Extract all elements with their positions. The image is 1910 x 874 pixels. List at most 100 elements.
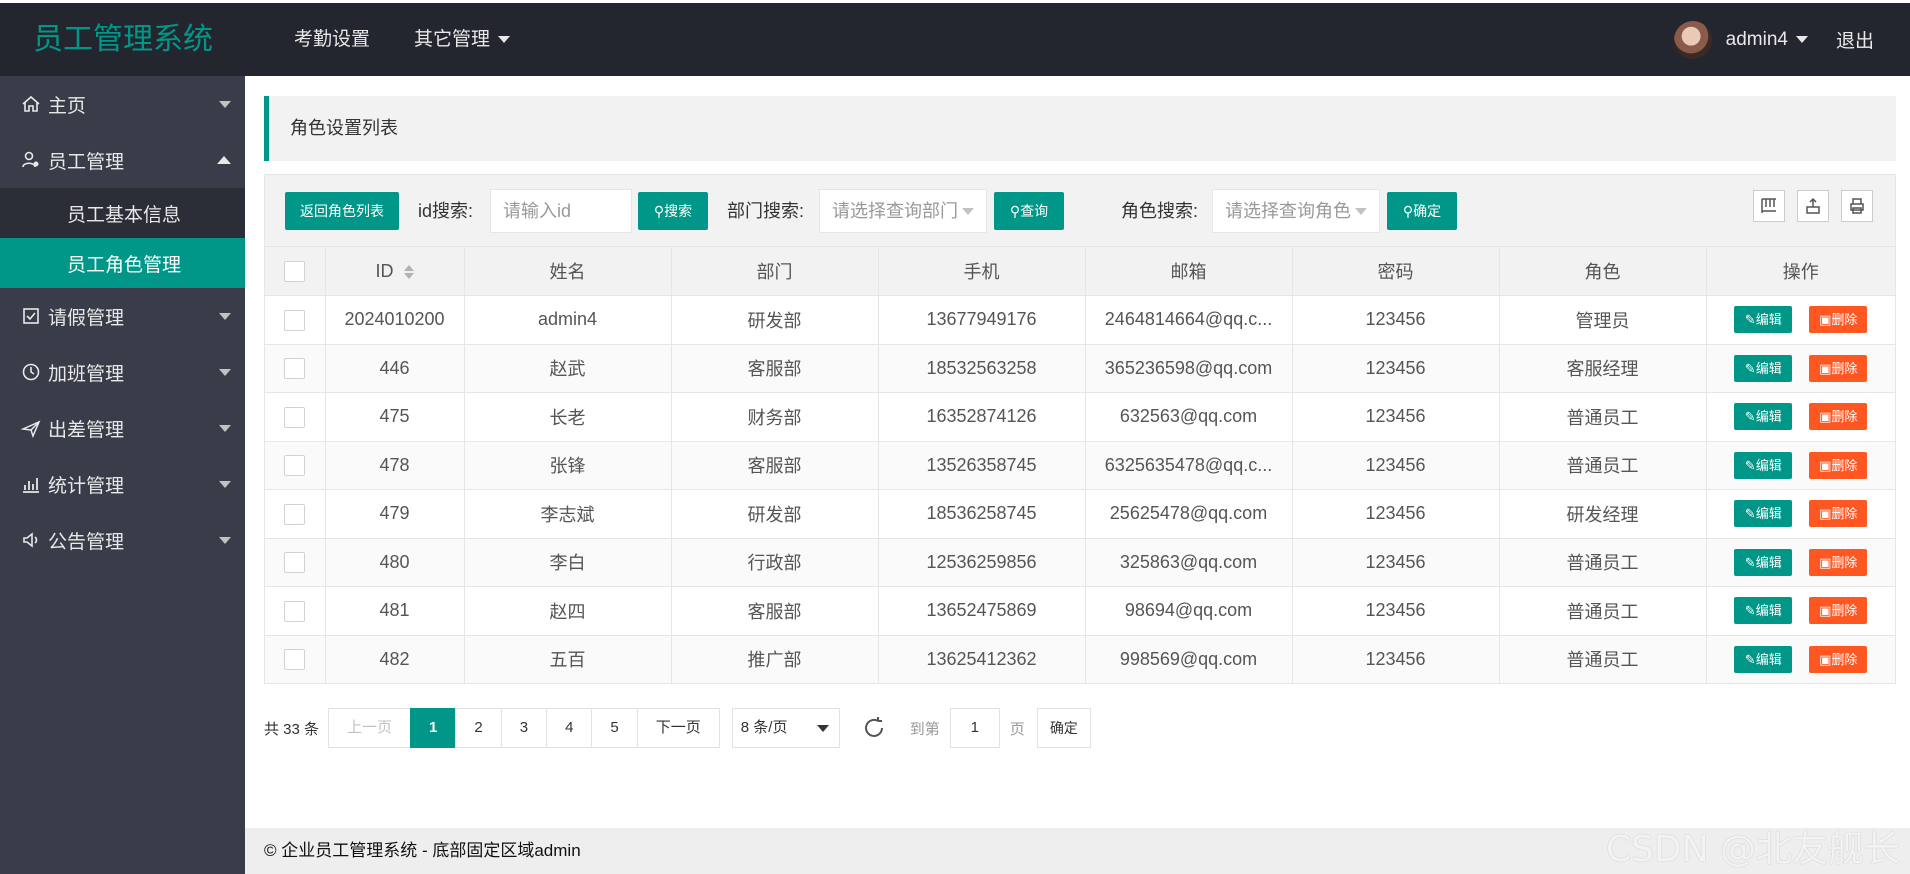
select-all-checkbox[interactable] (284, 260, 306, 282)
edit-button[interactable]: ✎编辑 (1734, 451, 1793, 479)
trash-icon: ▣ (1819, 457, 1832, 473)
stats-icon (20, 473, 42, 495)
cell-phone: 12536259856 (878, 538, 1086, 587)
table-row: 478 张锋 客服部 13526358745 6325635478@qq.c... 123… (265, 441, 1895, 490)
app-logo[interactable]: 员工管理系统 (0, 3, 245, 76)
cell-actions: ✎编辑 ▣删除 (1706, 295, 1895, 345)
chevron-down-icon (219, 312, 231, 320)
trash-icon: ▣ (1819, 651, 1832, 667)
row-checkbox[interactable] (284, 649, 306, 671)
delete-button[interactable]: ▣删除 (1809, 354, 1868, 382)
page-size-value: 8 条/页 (740, 719, 788, 736)
chevron-down-icon (219, 100, 231, 108)
edit-button[interactable]: ✎编辑 (1734, 500, 1793, 528)
dept-select[interactable]: 请选择查询部门 (819, 189, 987, 233)
column-filter-icon[interactable] (1753, 190, 1785, 222)
button-label: 编辑 (1755, 457, 1782, 473)
edit-button[interactable]: ✎编辑 (1734, 597, 1793, 625)
delete-button[interactable]: ▣删除 (1809, 451, 1868, 479)
sidebar-item-label: 加班管理 (48, 363, 125, 385)
logout-link[interactable]: 退出 (1836, 26, 1874, 53)
sort-icon[interactable] (403, 264, 414, 280)
cell-phone: 13625412362 (878, 635, 1086, 684)
edit-button[interactable]: ✎编辑 (1734, 354, 1793, 382)
table-body: 2024010200 admin4 研发部 13677949176 2464814664… (265, 295, 1895, 684)
prev-page-button[interactable]: 上一页 (328, 708, 412, 748)
page-button-4[interactable]: 4 (546, 708, 593, 748)
edit-button[interactable]: ✎编辑 (1734, 403, 1793, 431)
edit-button[interactable]: ✎编辑 (1734, 306, 1793, 334)
sidebar-subitem-employee-basic-info[interactable]: 员工基本信息 (0, 188, 245, 238)
page-size-select[interactable]: 8 条/页 (731, 708, 840, 748)
chevron-down-icon (1795, 36, 1808, 43)
sidebar-item-label: 出差管理 (48, 419, 125, 441)
button-label: 编辑 (1755, 409, 1782, 425)
page-button-1[interactable]: 1 (410, 708, 457, 748)
trash-icon: ▣ (1819, 312, 1832, 328)
sidebar-item-announcement-management[interactable]: 公告管理 (0, 512, 245, 568)
page-button-5[interactable]: 5 (591, 708, 638, 748)
row-checkbox[interactable] (284, 309, 306, 331)
cell-name: admin4 (464, 295, 672, 345)
row-checkbox[interactable] (284, 552, 306, 574)
delete-button[interactable]: ▣删除 (1809, 403, 1868, 431)
delete-button[interactable]: ▣删除 (1809, 500, 1868, 528)
export-icon[interactable] (1797, 190, 1829, 222)
column-header-id[interactable]: ID (325, 247, 465, 296)
column-header-actions: 操作 (1706, 247, 1895, 296)
edit-button[interactable]: ✎编辑 (1734, 645, 1793, 673)
delete-button[interactable]: ▣删除 (1809, 597, 1868, 625)
user-manage-icon (20, 149, 42, 171)
chevron-down-icon (1355, 208, 1367, 215)
edit-button[interactable]: ✎编辑 (1734, 548, 1793, 576)
role-select[interactable]: 请选择查询角色 (1212, 189, 1380, 233)
row-checkbox[interactable] (284, 358, 306, 380)
delete-button[interactable]: ▣删除 (1809, 645, 1868, 673)
id-search-button[interactable]: ⚲搜索 (638, 192, 708, 230)
chevron-down-icon (962, 208, 974, 215)
goto-page-input[interactable]: 1 (949, 708, 1000, 748)
row-select-cell (265, 344, 326, 393)
goto-confirm-button[interactable]: 确定 (1036, 708, 1091, 748)
sidebar-item-home[interactable]: 主页 (0, 76, 245, 132)
page-button-3[interactable]: 3 (500, 708, 548, 748)
button-label: 编辑 (1755, 603, 1782, 619)
dept-search-label: 部门搜索: (727, 201, 805, 221)
row-checkbox[interactable] (284, 600, 306, 622)
sidebar-item-statistics-management[interactable]: 统计管理 (0, 456, 245, 512)
back-to-role-list-button[interactable]: 返回角色列表 (285, 192, 399, 230)
cell-dept: 行政部 (671, 538, 879, 587)
next-page-button[interactable]: 下一页 (636, 708, 720, 748)
sidebar-item-overtime-management[interactable]: 加班管理 (0, 344, 245, 400)
sidebar-subitem-employee-role-management[interactable]: 员工角色管理 (0, 238, 245, 288)
cell-id: 446 (325, 344, 465, 393)
topnav-other-management[interactable]: 其它管理 (392, 3, 532, 76)
print-icon[interactable] (1841, 190, 1873, 222)
avatar[interactable] (1673, 20, 1712, 59)
column-header-password: 密码 (1292, 247, 1500, 296)
refresh-icon[interactable] (862, 716, 886, 740)
button-label: 删除 (1831, 651, 1858, 667)
cell-role: 普通员工 (1499, 392, 1707, 442)
cell-email: 98694@qq.com (1085, 586, 1293, 636)
row-checkbox[interactable] (284, 503, 306, 525)
row-checkbox[interactable] (284, 455, 306, 477)
user-menu[interactable]: admin4 (1726, 29, 1808, 51)
delete-button[interactable]: ▣删除 (1809, 548, 1868, 576)
sidebar-item-business-trip-management[interactable]: 出差管理 (0, 400, 245, 456)
sidebar-item-leave-management[interactable]: 请假管理 (0, 288, 245, 344)
id-search-input[interactable]: 请输入id (490, 189, 632, 233)
topnav-attendance-settings[interactable]: 考勤设置 (272, 3, 392, 76)
dept-query-button[interactable]: ⚲查询 (994, 192, 1064, 230)
cell-id: 481 (325, 586, 465, 636)
pencil-icon: ✎ (1744, 651, 1756, 667)
button-label: 删除 (1831, 506, 1858, 522)
trash-icon: ▣ (1819, 554, 1832, 570)
row-checkbox[interactable] (284, 406, 306, 428)
page-button-2[interactable]: 2 (455, 708, 502, 748)
delete-button[interactable]: ▣删除 (1809, 306, 1868, 334)
sidebar-item-employee-management[interactable]: 员工管理 (0, 132, 245, 188)
table-header-row: ID 姓名 部门 手机 邮箱 密码 角色 操作 (265, 247, 1895, 296)
button-label: 查询 (1020, 203, 1049, 219)
role-confirm-button[interactable]: ⚲确定 (1387, 192, 1457, 230)
